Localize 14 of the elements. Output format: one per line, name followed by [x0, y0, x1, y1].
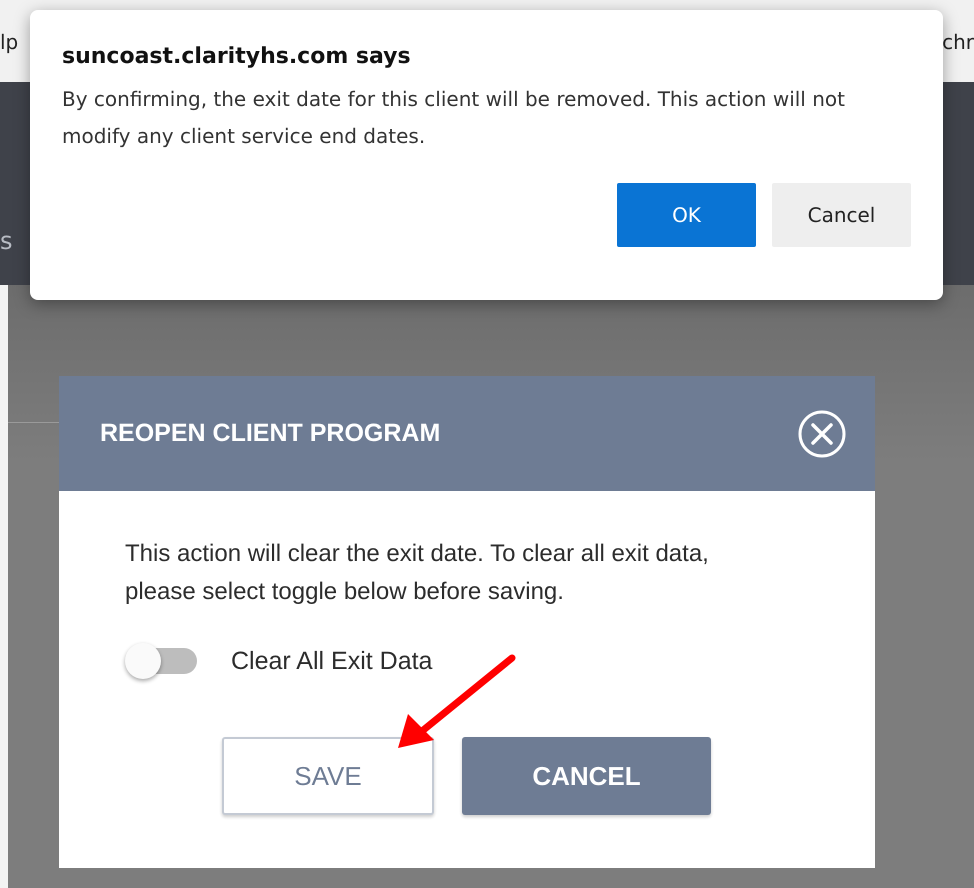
cancel-button[interactable]: Cancel: [772, 183, 911, 247]
toggle-label: Clear All Exit Data: [231, 646, 432, 676]
menu-text: lp: [0, 30, 18, 54]
modal-message: This action will clear the exit date. To clear all exit data, please select toggle below before saving.: [125, 539, 710, 607]
toggle-switch[interactable]: [125, 643, 197, 679]
alert-title: suncoast.clarityhs.com says: [62, 44, 412, 69]
close-icon[interactable]: [797, 408, 847, 458]
modal-title: REOPEN CLIENT PROGRAM: [100, 419, 440, 448]
cancel-button[interactable]: CANCEL: [462, 737, 711, 815]
ok-button[interactable]: OK: [617, 183, 756, 247]
header-text: s: [0, 227, 13, 255]
save-button[interactable]: SAVE: [222, 737, 434, 815]
menu-text: chr: [942, 30, 974, 54]
alert-message: By confirming, the exit date for this client will be removed. This action will not modify any client service end dates.: [62, 86, 846, 150]
